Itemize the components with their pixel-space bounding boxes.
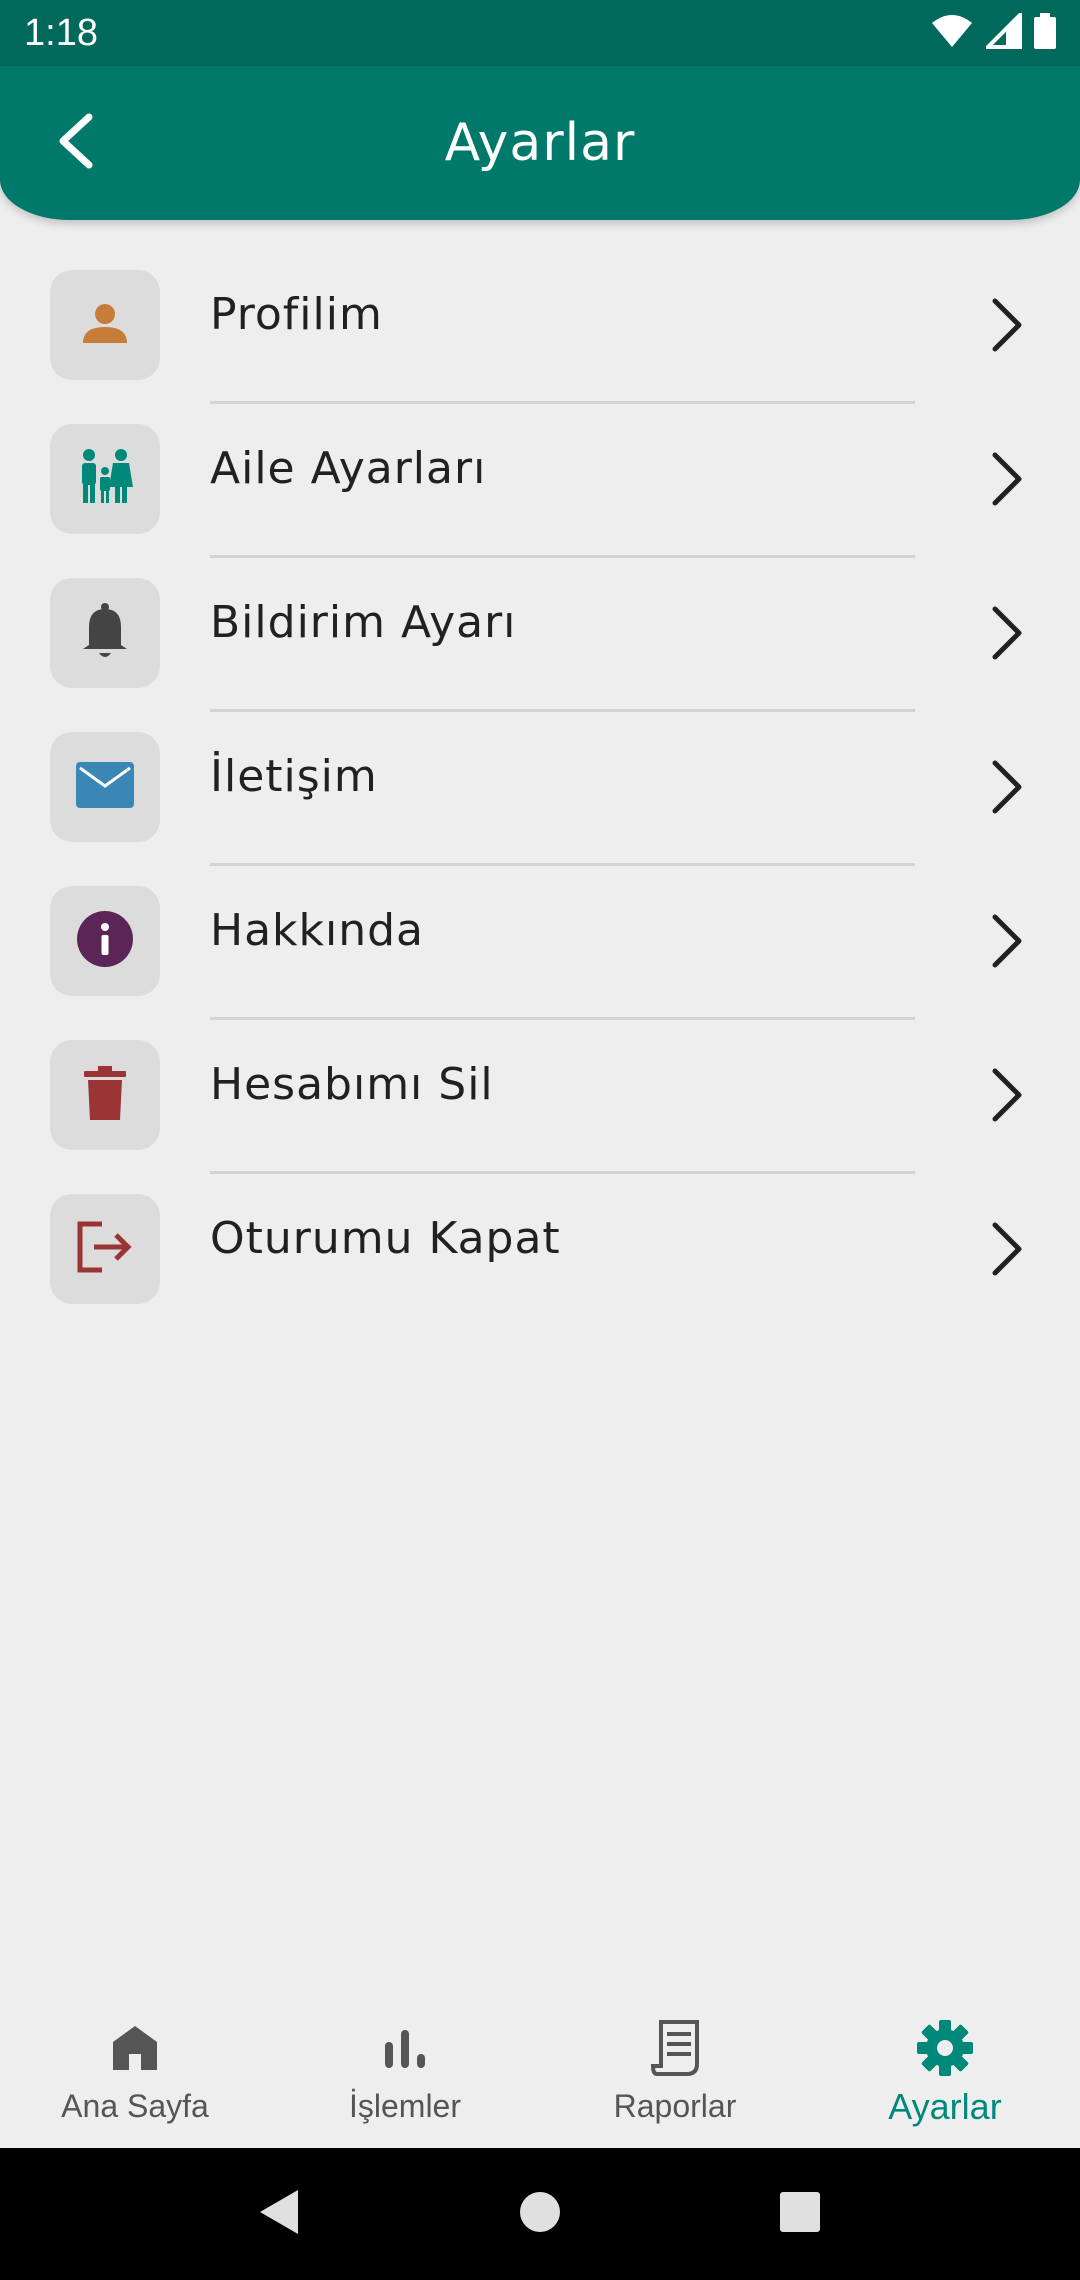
nav-item-home[interactable]: Ana Sayfa [0,1990,270,2148]
mail-icon [76,762,134,812]
menu-icon-box [50,1040,160,1150]
menu-label: Aile Ayarları [210,443,487,494]
divider [210,1017,915,1020]
status-bar: 1:18 [0,0,1080,66]
menu-item-family-settings[interactable]: Aile Ayarları [0,409,1080,563]
info-icon [77,911,133,971]
app-bar: Ayarlar [0,66,1080,220]
settings-menu: Profilim Aile Ayarları Bildirim Ayarı İl… [0,255,1080,1333]
trash-icon [84,1066,126,1124]
menu-icon-box [50,886,160,996]
chevron-right-icon [975,295,1035,355]
menu-label: Profilim [210,289,383,340]
chevron-right-icon [975,911,1035,971]
family-icon [75,447,135,511]
divider [210,1171,915,1174]
menu-icon-box [50,732,160,842]
system-back-button[interactable] [258,2188,302,2240]
menu-icon-box [50,578,160,688]
menu-item-notification-settings[interactable]: Bildirim Ayarı [0,563,1080,717]
nav-item-reports[interactable]: Raporlar [540,1990,810,2148]
menu-item-about[interactable]: Hakkında [0,871,1080,1025]
home-icon [107,2020,163,2076]
bell-icon [79,601,131,665]
menu-label: İletişim [210,751,378,802]
person-icon [79,297,131,353]
menu-icon-box [50,424,160,534]
logout-icon [76,1220,134,1278]
nav-item-settings[interactable]: Ayarlar [810,1990,1080,2148]
chevron-right-icon [975,757,1035,817]
system-home-button[interactable] [518,2190,562,2238]
chevron-left-icon [53,111,97,175]
menu-item-profile[interactable]: Profilim [0,255,1080,409]
divider [210,555,915,558]
menu-label: Bildirim Ayarı [210,597,517,648]
status-time: 1:18 [24,11,98,54]
nav-label: Raporlar [613,2088,737,2124]
receipt-icon [647,2020,703,2076]
divider [210,401,915,404]
wifi-icon [930,13,974,53]
back-button[interactable] [40,108,110,178]
menu-label: Oturumu Kapat [210,1213,561,1264]
menu-icon-box [50,1194,160,1304]
chevron-right-icon [975,449,1035,509]
divider [210,709,915,712]
system-nav-bar [0,2148,1080,2280]
nav-label: Ana Sayfa [61,2088,209,2124]
nav-label: Ayarlar [888,2086,1002,2127]
status-icons [930,10,1056,53]
menu-label: Hakkında [210,905,425,956]
bottom-nav: Ana Sayfa İşlemler Raporlar Ayarlar [0,1990,1080,2148]
nav-item-transactions[interactable]: İşlemler [270,1990,540,2148]
signal-icon [983,10,1022,53]
chevron-right-icon [975,603,1035,663]
menu-item-delete-account[interactable]: Hesabımı Sil [0,1025,1080,1179]
menu-label: Hesabımı Sil [210,1059,494,1110]
chevron-right-icon [975,1065,1035,1125]
nav-label: İşlemler [348,2088,461,2124]
menu-icon-box [50,270,160,380]
bar-chart-icon [377,2020,433,2076]
divider [210,863,915,866]
gear-icon [917,2020,973,2076]
menu-item-contact[interactable]: İletişim [0,717,1080,871]
battery-icon [1034,13,1056,53]
system-recents-button[interactable] [778,2190,822,2238]
menu-item-logout[interactable]: Oturumu Kapat [0,1179,1080,1333]
chevron-right-icon [975,1219,1035,1279]
page-title: Ayarlar [444,113,636,173]
